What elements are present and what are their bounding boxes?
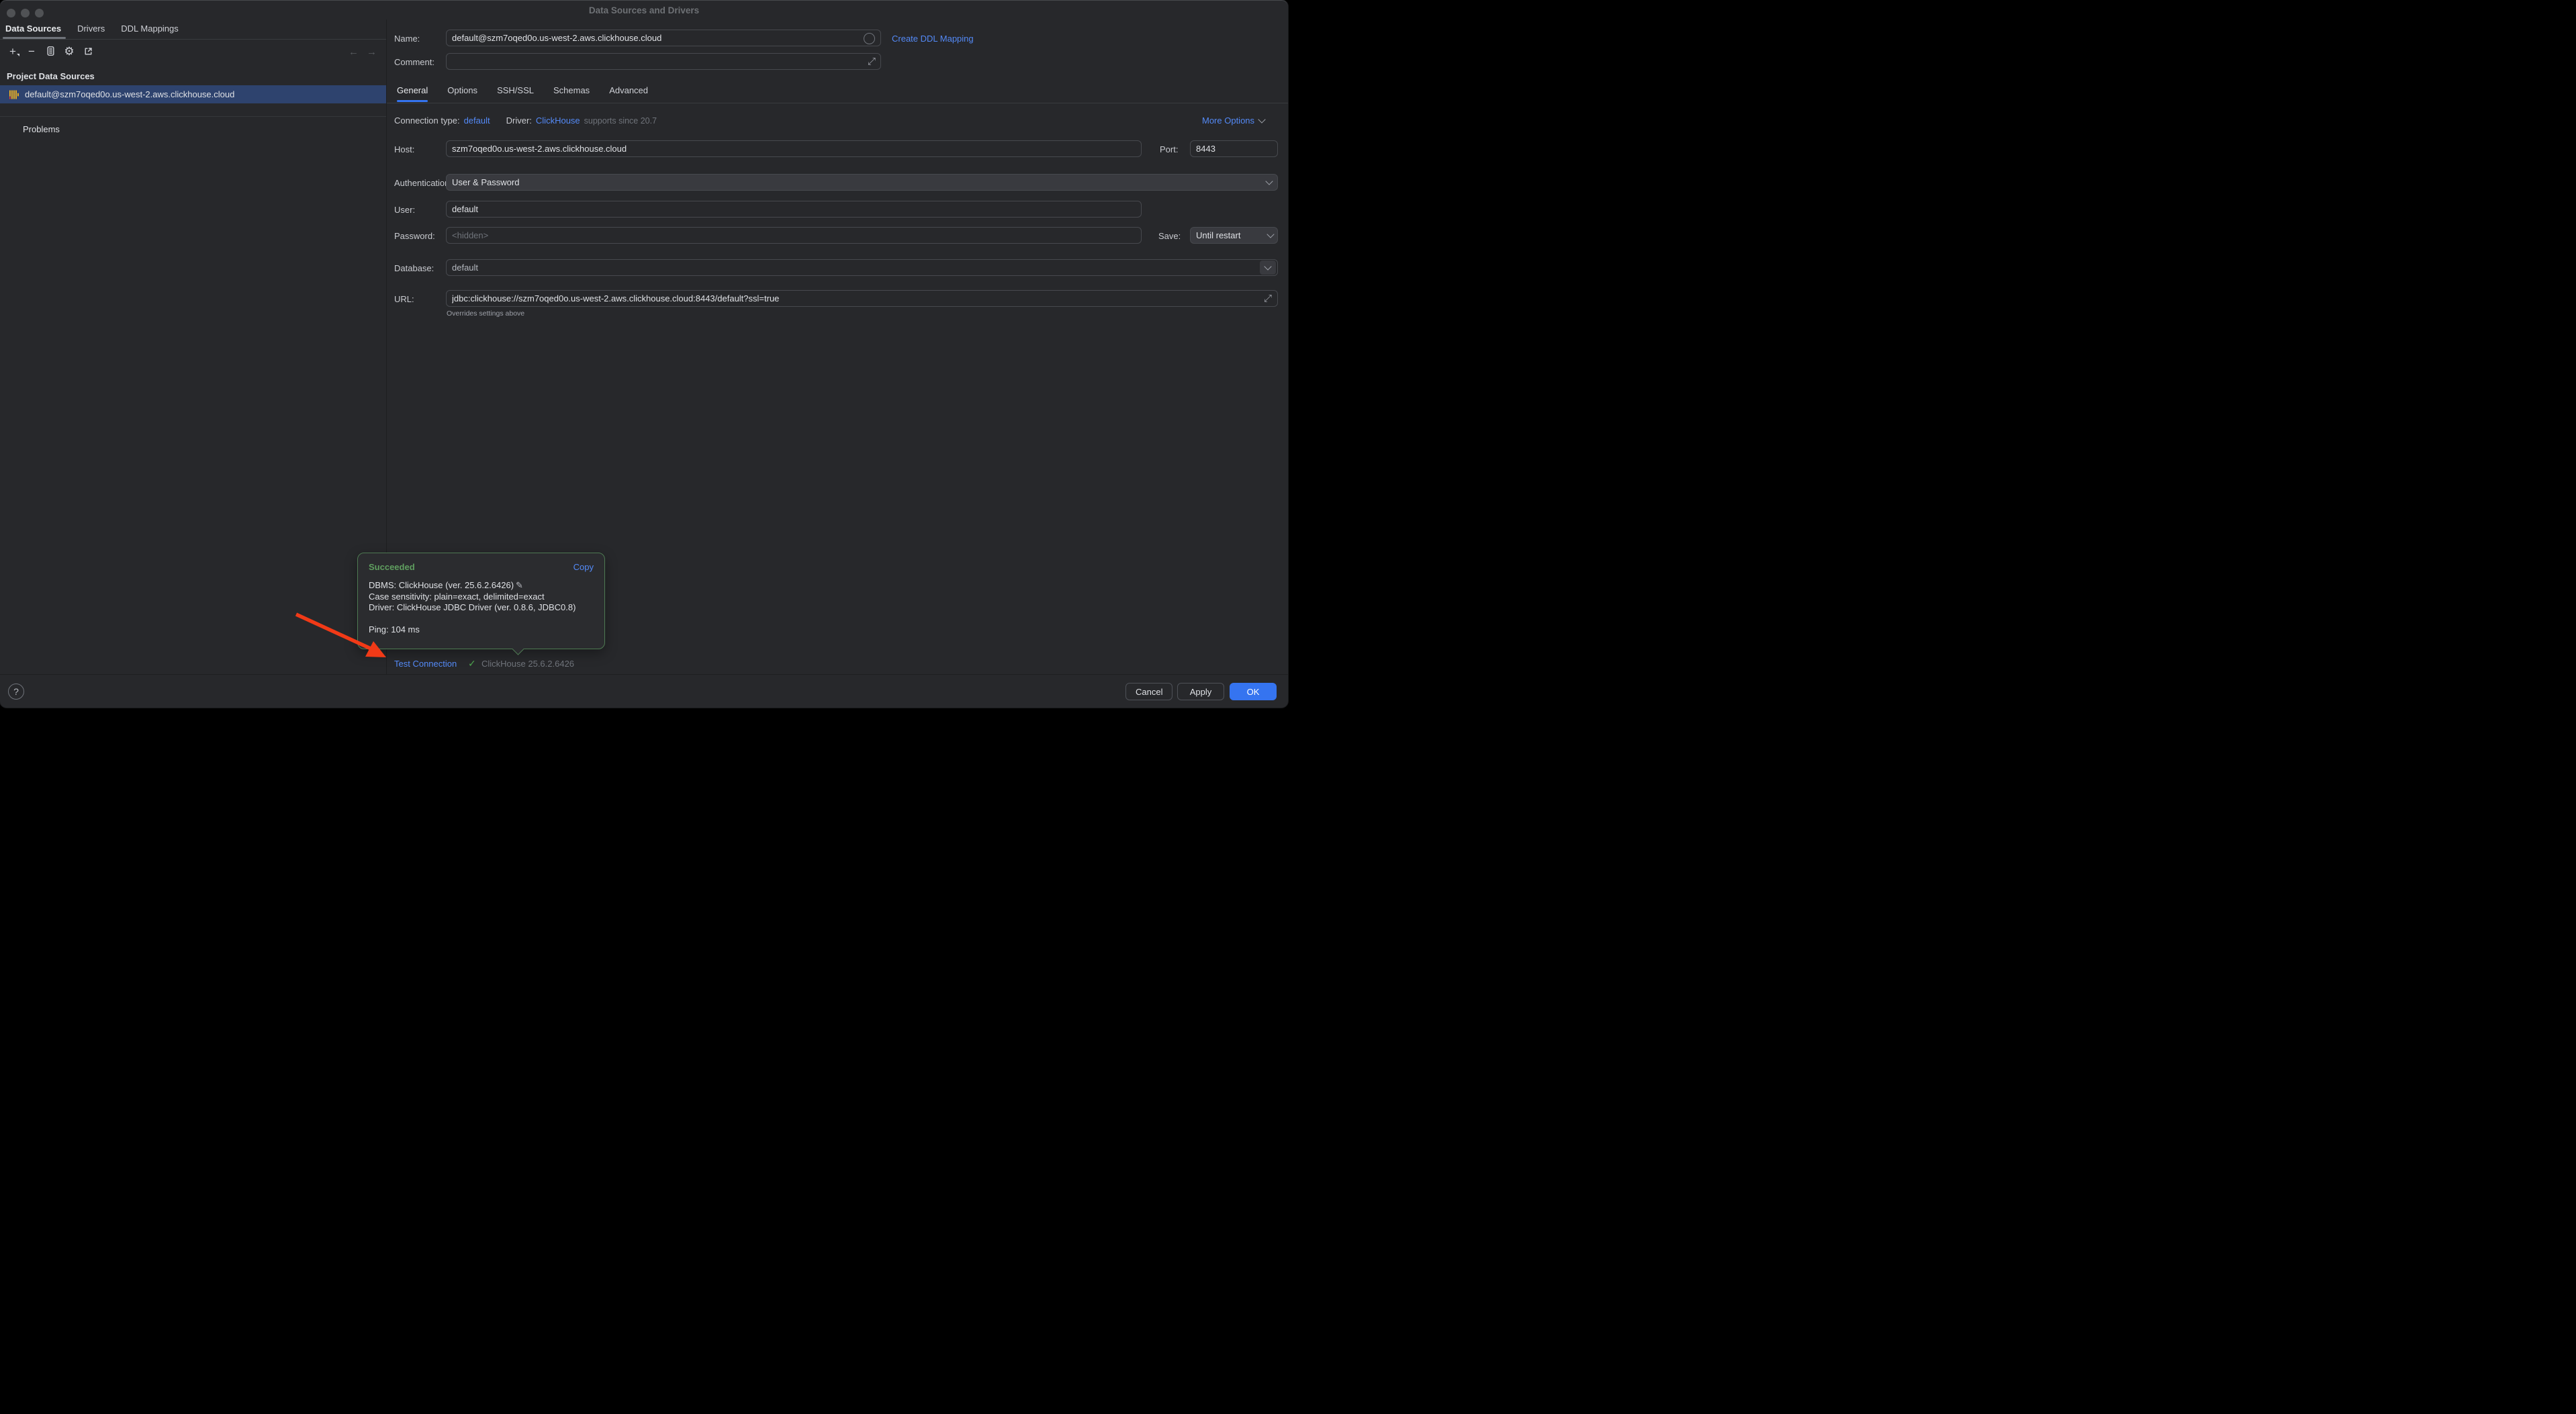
back-icon[interactable]: ← — [349, 46, 359, 58]
comment-input[interactable] — [446, 53, 881, 70]
project-data-sources-header: Project Data Sources — [7, 71, 95, 81]
sidebar-item-problems[interactable]: Problems — [23, 124, 60, 134]
user-label: User: — [394, 205, 415, 215]
database-dropdown-button[interactable] — [1260, 261, 1276, 275]
annotation-arrow — [0, 1, 1288, 708]
tab-data-sources[interactable]: Data Sources — [5, 23, 61, 34]
editor-tabs: General Options SSH/SSL Schemas Advanced — [397, 85, 648, 102]
name-label: Name: — [394, 34, 420, 44]
comment-expand-icon[interactable]: ⤢ — [868, 56, 876, 67]
more-options-link[interactable]: More Options — [1202, 115, 1264, 126]
popup-driver-line: Driver: ClickHouse JDBC Driver (ver. 0.8… — [369, 602, 594, 614]
popup-dbms-line: DBMS: ClickHouse (ver. 25.6.2.6426)✎ — [369, 580, 594, 592]
database-value: default — [452, 263, 478, 273]
forward-icon[interactable]: → — [367, 46, 377, 58]
create-ddl-mapping-link[interactable]: Create DDL Mapping — [892, 34, 974, 44]
chevron-down-icon — [1267, 230, 1274, 238]
remove-data-source-icon[interactable]: − — [26, 45, 38, 57]
host-input[interactable] — [446, 140, 1142, 157]
tab-general[interactable]: General — [397, 85, 428, 102]
driver-note: supports since 20.7 — [584, 116, 657, 126]
authentication-value: User & Password — [452, 177, 519, 187]
ok-button[interactable]: OK — [1230, 683, 1277, 700]
password-label: Password: — [394, 231, 435, 241]
settings-gear-icon[interactable]: ⚙ — [63, 45, 75, 57]
copy-link[interactable]: Copy — [573, 562, 594, 572]
clickhouse-icon — [9, 90, 19, 99]
connection-type-value-link[interactable]: default — [464, 115, 490, 126]
user-input[interactable] — [446, 201, 1142, 218]
port-label: Port: — [1160, 144, 1178, 154]
port-input[interactable] — [1190, 140, 1278, 157]
authentication-label: Authentication: — [394, 178, 452, 188]
test-connection-result-popup: Succeeded Copy DBMS: ClickHouse (ver. 25… — [357, 553, 605, 649]
dialog-title: Data Sources and Drivers — [0, 1, 1288, 19]
tab-schemas[interactable]: Schemas — [553, 85, 590, 102]
tab-drivers[interactable]: Drivers — [77, 23, 105, 34]
tab-ssh-ssl[interactable]: SSH/SSL — [497, 85, 534, 102]
open-in-new-icon[interactable] — [82, 45, 94, 57]
authentication-dropdown[interactable]: User & Password — [446, 174, 1278, 191]
sidebar-toolbar: + − ⚙ — [7, 45, 94, 57]
help-button[interactable]: ? — [8, 684, 24, 700]
name-input[interactable] — [446, 30, 881, 46]
edit-icon[interactable]: ✎ — [516, 580, 523, 590]
url-input[interactable] — [446, 290, 1278, 307]
database-label: Database: — [394, 263, 434, 273]
save-label: Save: — [1158, 231, 1181, 241]
url-label: URL: — [394, 294, 414, 304]
success-check-icon: ✓ — [468, 658, 476, 669]
name-progress-circle-icon — [864, 33, 875, 44]
popup-ping-line: Ping: 104 ms — [369, 624, 594, 636]
tab-options[interactable]: Options — [447, 85, 477, 102]
url-expand-icon[interactable]: ⤢ — [1264, 293, 1272, 304]
sidebar-tabs-divider — [0, 39, 386, 40]
save-value: Until restart — [1196, 230, 1240, 240]
popup-case-line: Case sensitivity: plain=exact, delimited… — [369, 592, 594, 603]
connection-type-row: Connection type: default Driver: ClickHo… — [394, 115, 657, 126]
connection-type-label: Connection type: — [394, 115, 460, 126]
apply-button[interactable]: Apply — [1177, 683, 1224, 700]
tab-advanced[interactable]: Advanced — [609, 85, 648, 102]
chevron-down-icon — [1258, 115, 1265, 123]
sidebar-tabs: Data Sources Drivers DDL Mappings — [5, 23, 179, 34]
data-sources-dialog: Data Sources and Drivers Data Sources Dr… — [0, 0, 1288, 708]
cancel-button[interactable]: Cancel — [1125, 683, 1172, 700]
add-data-source-icon[interactable]: + — [7, 45, 19, 57]
save-dropdown[interactable]: Until restart — [1190, 227, 1278, 244]
problems-divider — [0, 116, 386, 117]
footer-divider — [0, 674, 1288, 675]
data-source-label: default@szm7oqed0o.us-west-2.aws.clickho… — [25, 89, 234, 99]
tab-ddl-mappings[interactable]: DDL Mappings — [121, 23, 179, 34]
test-connection-link[interactable]: Test Connection — [394, 659, 457, 669]
popup-notch — [512, 643, 524, 655]
chevron-down-icon — [1264, 263, 1271, 270]
popup-status-title: Succeeded — [369, 562, 415, 572]
driver-label: Driver: — [506, 115, 532, 126]
chevron-down-icon — [1265, 177, 1273, 185]
test-connection-status: ClickHouse 25.6.2.6426 — [481, 659, 574, 669]
comment-label: Comment: — [394, 57, 434, 67]
help-icon: ? — [13, 686, 19, 697]
data-source-list-item[interactable]: default@szm7oqed0o.us-west-2.aws.clickho… — [0, 85, 386, 103]
database-combobox[interactable]: default — [446, 259, 1278, 276]
add-dropdown-caret-icon — [17, 54, 19, 56]
duplicate-icon[interactable] — [44, 45, 56, 57]
host-label: Host: — [394, 144, 414, 154]
driver-value-link[interactable]: ClickHouse — [536, 115, 580, 126]
more-options-label: More Options — [1202, 115, 1254, 126]
url-note: Overrides settings above — [447, 310, 524, 318]
password-input[interactable] — [446, 227, 1142, 244]
